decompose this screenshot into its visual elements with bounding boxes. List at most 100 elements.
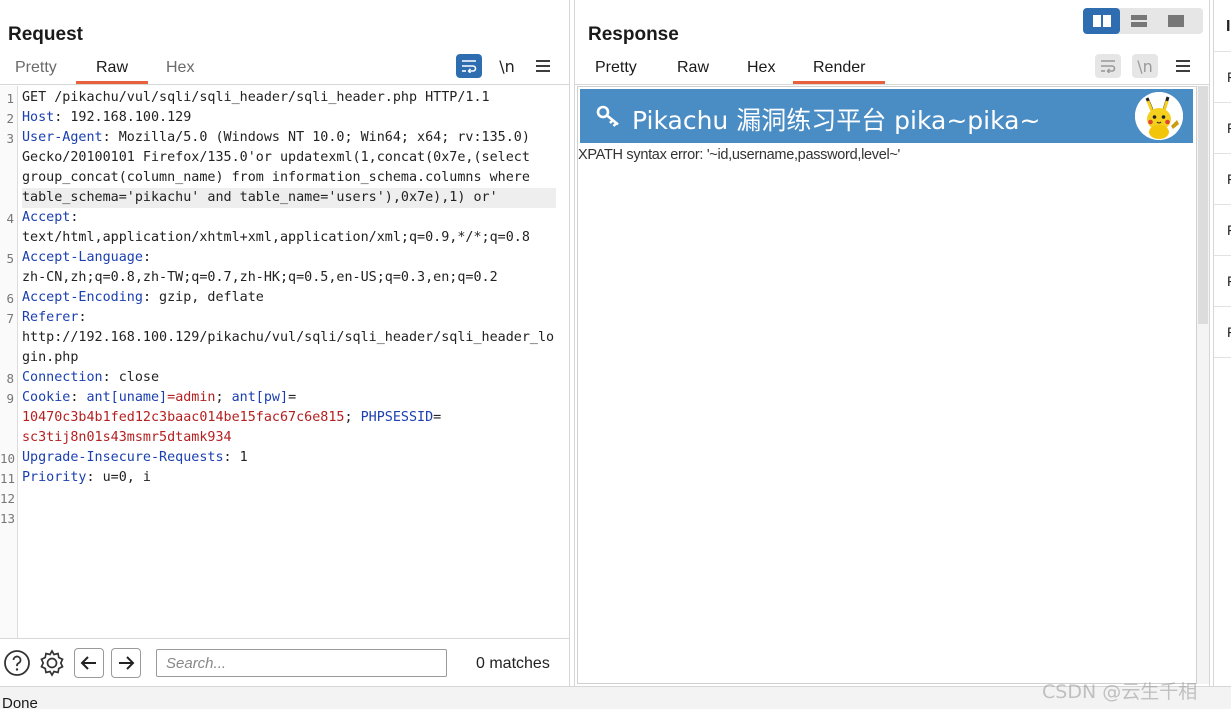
tab-pretty[interactable]: Pretty [595, 56, 637, 84]
code-line: Cookie: ant[uname]=admin; ant[pw]= [22, 388, 296, 408]
header-value: : u=0, i [86, 470, 152, 485]
pikachu-banner: Pikachu 漏洞练习平台 pika~pika~ [580, 89, 1193, 143]
cookie-separator: ; [344, 410, 361, 425]
line-number: 7 [6, 311, 14, 326]
cookie-separator: ; [215, 390, 232, 405]
pikachu-avatar [1135, 92, 1183, 140]
settings-gear-icon[interactable] [37, 648, 67, 678]
code-line: Accept-Language: [22, 248, 151, 268]
code-line: 10470c3b4b1fed12c3baac014be15fac67c6e815… [22, 408, 441, 428]
cookie-equals: = [167, 390, 176, 405]
line-number: 8 [6, 371, 14, 386]
code-line: Host: 192.168.100.129 [22, 108, 191, 128]
header-value: : [70, 390, 87, 405]
status-text: Done [2, 695, 38, 709]
tab-raw[interactable]: Raw [677, 56, 709, 84]
next-match-button[interactable] [111, 648, 141, 678]
key-icon [596, 104, 622, 133]
tab-pretty[interactable]: Pretty [15, 56, 57, 84]
line-number: 3 [6, 131, 14, 146]
help-icon[interactable] [2, 648, 32, 678]
header-name: Accept-Encoding [22, 290, 143, 305]
code-line: Accept: [22, 208, 78, 228]
line-number: 12 [0, 491, 16, 506]
code-line: group_concat(column_name) from informati… [22, 170, 530, 185]
scrollbar-thumb[interactable] [1198, 86, 1208, 324]
cookie-value: sc3tij8n01s43msmr5dtamk934 [22, 430, 232, 445]
xpath-error-message: XPATH syntax error: '~id,username,passwo… [578, 147, 901, 163]
header-name: Connection [22, 370, 103, 385]
render-scrollbar[interactable] [1197, 86, 1209, 684]
inspector-section[interactable]: F [1214, 205, 1231, 256]
header-name: Accept-Language [22, 250, 143, 265]
cookie-value: admin [175, 390, 216, 405]
split-horizontal-layout-icon[interactable] [1083, 8, 1120, 34]
code-line: http://192.168.100.129/pikachu/vul/sqli/… [22, 330, 555, 345]
hamburger-menu-icon[interactable] [1170, 54, 1196, 78]
header-name: Referer [22, 310, 79, 325]
request-title: Request [8, 24, 83, 45]
hamburger-menu-icon[interactable] [530, 54, 556, 78]
line-number: 5 [6, 251, 14, 266]
cookie-equals: = [433, 410, 442, 425]
response-title: Response [588, 24, 679, 45]
code-line: User-Agent: Mozilla/5.0 (Windows NT 10.0… [22, 128, 530, 148]
code-line: Gecko/20100101 Firefox/135.0'or updatexm… [22, 150, 530, 165]
tabbed-layout-icon[interactable] [1157, 8, 1194, 34]
tab-render[interactable]: Render [792, 56, 887, 84]
header-value: : 192.168.100.129 [54, 110, 192, 125]
line-number: 11 [0, 471, 16, 486]
cookie-value: 10470c3b4b1fed12c3baac014be15fac67c6e815 [22, 410, 345, 425]
split-vertical-layout-icon[interactable] [1120, 8, 1157, 34]
code-line: Connection: close [22, 368, 159, 388]
inspector-section[interactable]: F [1214, 256, 1231, 307]
show-newlines-button[interactable]: \n [494, 54, 520, 78]
inspector-panel: I F F F F F F [1213, 0, 1231, 686]
header-name: User-Agent [22, 130, 103, 145]
cookie-equals: = [288, 390, 297, 405]
line-number: 1 [6, 91, 14, 106]
code-line: Accept-Encoding: gzip, deflate [22, 288, 264, 308]
header-value: : [78, 310, 87, 325]
inspector-section[interactable]: F [1214, 154, 1231, 205]
search-bar: 0 matches [0, 638, 570, 686]
header-value: : [70, 210, 79, 225]
wrap-lines-icon[interactable] [1095, 54, 1121, 78]
tab-hex[interactable]: Hex [166, 56, 194, 84]
watermark: CSDN @云生千相 [1042, 681, 1198, 703]
request-editor[interactable]: 1 2 3 4 5 6 7 8 9 10 11 12 13 GET /pikachu/vul/sqli/… [0, 86, 570, 638]
line-number: 9 [6, 391, 14, 406]
code-line: zh-CN,zh;q=0.8,zh-TW;q=0.7,zh-HK;q=0.5,e… [22, 270, 498, 285]
header-name: Priority [22, 470, 87, 485]
code-line: GET /pikachu/vul/sqli/sqli_header/sqli_h… [22, 90, 490, 105]
line-number: 6 [6, 291, 14, 306]
wrap-lines-icon[interactable] [456, 54, 482, 78]
cookie-name: PHPSESSID [360, 410, 434, 425]
line-number: 4 [6, 211, 14, 226]
header-value: : gzip, deflate [142, 290, 264, 305]
header-value: : close [102, 370, 160, 385]
show-newlines-button[interactable]: \n [1132, 54, 1158, 78]
tab-hex[interactable]: Hex [747, 56, 775, 84]
code-line: Referer: [22, 308, 87, 328]
inspector-section[interactable]: F [1214, 103, 1231, 154]
response-panel: Response Pretty Raw Hex Render \n Pikach… [574, 0, 1210, 686]
code-line: text/html,application/xhtml+xml,applicat… [22, 230, 530, 245]
code-line: table_schema='pikachu' and table_name='u… [22, 188, 556, 208]
header-name: Upgrade-Insecure-Requests [22, 450, 224, 465]
previous-match-button[interactable] [74, 648, 104, 678]
code-line: gin.php [22, 350, 79, 365]
inspector-section[interactable]: F [1214, 307, 1231, 358]
header-name: Cookie [22, 390, 71, 405]
code-line: Upgrade-Insecure-Requests: 1 [22, 448, 248, 468]
header-name: Host [22, 110, 55, 125]
line-number: 10 [0, 451, 16, 466]
layout-switcher [1083, 8, 1203, 34]
search-input[interactable] [156, 649, 447, 677]
match-count: 0 matches [476, 655, 550, 672]
cookie-name: ant[pw] [231, 390, 289, 405]
line-number: 2 [6, 111, 14, 126]
request-tabs: Pretty Raw Hex [0, 56, 570, 84]
inspector-section[interactable]: F [1214, 52, 1231, 103]
tab-raw[interactable]: Raw [75, 56, 149, 84]
